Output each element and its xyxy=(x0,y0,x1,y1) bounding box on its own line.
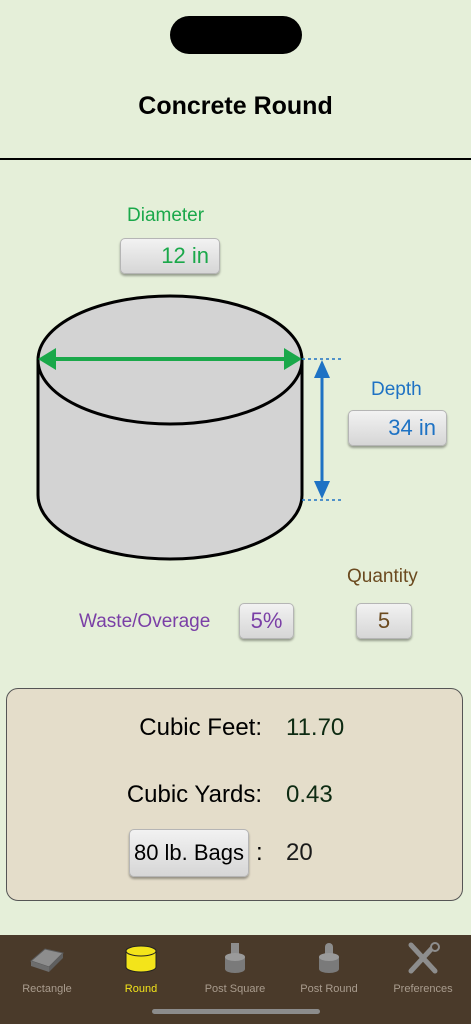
tab-round[interactable]: Round xyxy=(94,935,188,995)
page-title: Concrete Round xyxy=(138,92,333,120)
tab-label-post-square: Post Square xyxy=(204,983,266,995)
post-square-icon xyxy=(225,943,245,973)
tab-post-square[interactable]: Post Square xyxy=(188,935,282,995)
post-round-icon xyxy=(319,943,339,973)
tab-label-post-round: Post Round xyxy=(300,983,358,995)
quantity-label: Quantity xyxy=(347,566,418,587)
depth-label: Depth xyxy=(371,379,422,400)
camera-notch xyxy=(170,16,302,54)
depth-button[interactable]: 34 in xyxy=(348,410,447,446)
cubic-feet-label: Cubic Feet: xyxy=(139,714,262,741)
diameter-label: Diameter xyxy=(127,205,205,226)
waste-button[interactable]: 5% xyxy=(239,603,294,639)
cubic-yards-label: Cubic Yards: xyxy=(126,781,262,808)
brick-icon xyxy=(30,948,64,972)
bags-value: 20 xyxy=(286,839,313,866)
bag-size-button[interactable]: 80 lb. Bags xyxy=(129,829,249,877)
tab-rectangle[interactable]: Rectangle xyxy=(0,935,94,995)
home-indicator xyxy=(152,1009,320,1014)
waste-label: Waste/Overage xyxy=(79,611,211,632)
diameter-button[interactable]: 12 in xyxy=(120,238,220,274)
header-divider xyxy=(0,158,471,160)
tab-post-round[interactable]: Post Round xyxy=(282,935,376,995)
cylinder-diagram xyxy=(36,294,342,561)
cylinder-icon xyxy=(125,945,157,973)
tab-label-preferences: Preferences xyxy=(393,983,453,995)
cubic-feet-value: 11.70 xyxy=(286,714,345,741)
tab-label-round: Round xyxy=(124,983,158,995)
cubic-yards-value: 0.43 xyxy=(286,781,333,808)
tab-label-rectangle: Rectangle xyxy=(22,983,72,995)
quantity-button[interactable]: 5 xyxy=(356,603,412,639)
tools-icon xyxy=(408,942,440,974)
tab-preferences[interactable]: Preferences xyxy=(376,935,470,995)
bags-colon: : xyxy=(256,839,263,866)
